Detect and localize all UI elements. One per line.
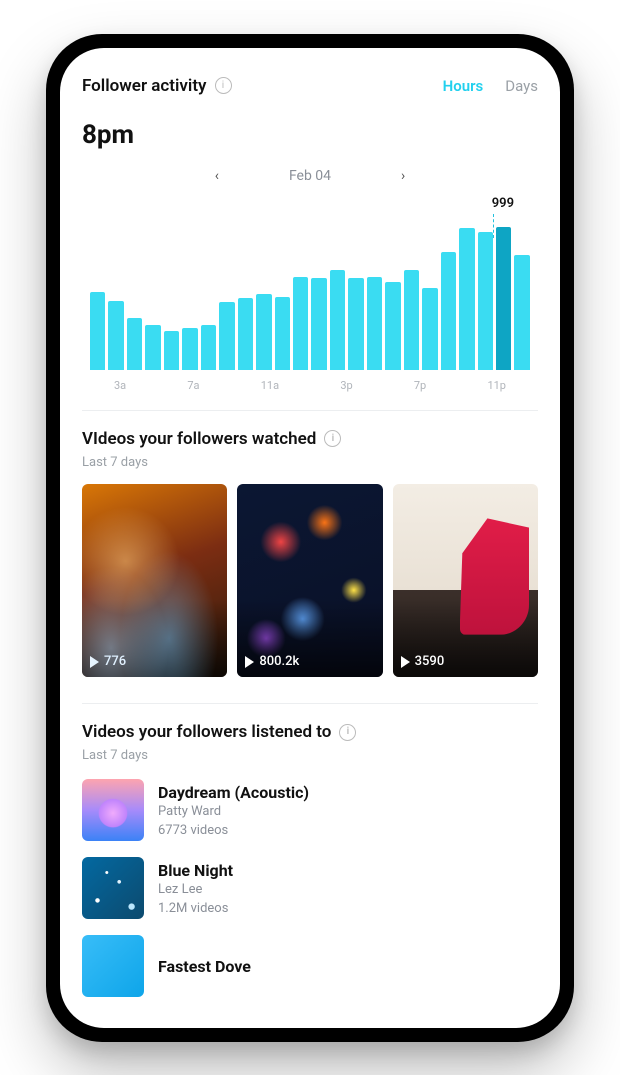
tab-days[interactable]: Days xyxy=(505,77,538,95)
chart-bar[interactable] xyxy=(441,252,456,369)
song-title: Blue Night xyxy=(158,861,233,880)
watched-subtitle: Last 7 days xyxy=(82,455,538,470)
next-date-button[interactable]: › xyxy=(401,168,405,184)
chart-bar[interactable] xyxy=(219,302,234,369)
activity-chart[interactable]: 999 3a 7a 11a 3p 7p 11p xyxy=(82,196,538,411)
song-row[interactable]: Blue Night Lez Lee 1.2M videos xyxy=(82,857,538,919)
phone-frame: Follower activity i Hours Days 8pm ‹ Feb… xyxy=(46,34,574,1042)
chart-callout-value: 999 xyxy=(492,196,514,211)
song-artist: Patty Ward xyxy=(158,804,309,819)
chart-bar[interactable] xyxy=(90,292,105,369)
song-title: Daydream (Acoustic) xyxy=(158,783,309,802)
video-thumbnail[interactable]: 776 xyxy=(82,484,227,678)
chart-bar[interactable] xyxy=(293,277,308,370)
play-count: 3590 xyxy=(415,654,445,669)
axis-tick: 7a xyxy=(187,379,199,392)
chart-bar[interactable] xyxy=(514,255,529,369)
info-icon[interactable]: i xyxy=(324,430,341,447)
selected-hour: 8pm xyxy=(82,120,538,150)
date-label: Feb 04 xyxy=(289,168,331,184)
video-thumbnail[interactable]: 3590 xyxy=(393,484,538,678)
info-icon[interactable]: i xyxy=(215,77,232,94)
time-tabs: Hours Days xyxy=(443,77,538,95)
video-thumbnail[interactable]: 800.2k xyxy=(237,484,382,678)
chart-bar[interactable] xyxy=(275,297,290,370)
chart-bar[interactable] xyxy=(404,270,419,370)
prev-date-button[interactable]: ‹ xyxy=(215,168,219,184)
chart-bar[interactable] xyxy=(145,325,160,369)
screen: Follower activity i Hours Days 8pm ‹ Feb… xyxy=(60,48,560,1028)
chart-bar[interactable] xyxy=(330,270,345,370)
axis-tick: 3p xyxy=(340,379,352,392)
listened-subtitle: Last 7 days xyxy=(82,748,538,763)
axis-tick: 11p xyxy=(487,379,506,392)
axis-tick: 3a xyxy=(114,379,126,392)
play-icon xyxy=(401,656,410,668)
watched-section-title: VIdeos your followers watched xyxy=(82,429,316,449)
axis-tick: 11a xyxy=(261,379,279,392)
album-art xyxy=(82,779,144,841)
song-row[interactable]: Fastest Dove xyxy=(82,935,538,997)
chart-bar[interactable] xyxy=(108,301,123,370)
chart-bar[interactable] xyxy=(127,318,142,369)
chart-bar[interactable] xyxy=(385,282,400,369)
chart-bar[interactable] xyxy=(256,294,271,370)
chart-bar[interactable] xyxy=(311,278,326,369)
date-navigator: ‹ Feb 04 › xyxy=(82,168,538,184)
chart-bar[interactable] xyxy=(182,328,197,369)
chart-bar[interactable] xyxy=(348,278,363,369)
chart-bar[interactable] xyxy=(164,331,179,370)
axis-tick: 7p xyxy=(414,379,426,392)
divider xyxy=(82,703,538,704)
page-title: Follower activity xyxy=(82,76,207,96)
chart-bar[interactable] xyxy=(422,288,437,369)
album-art xyxy=(82,857,144,919)
play-icon xyxy=(245,656,254,668)
album-art xyxy=(82,935,144,997)
chart-bar[interactable] xyxy=(201,325,216,369)
song-video-count: 6773 videos xyxy=(158,823,309,838)
song-title: Fastest Dove xyxy=(158,957,251,976)
chart-bar[interactable] xyxy=(459,228,474,369)
info-icon[interactable]: i xyxy=(339,724,356,741)
song-video-count: 1.2M videos xyxy=(158,901,233,916)
chart-bar[interactable] xyxy=(478,232,493,369)
listened-section-title: Videos your followers listened to xyxy=(82,722,331,742)
song-artist: Lez Lee xyxy=(158,882,233,897)
play-count: 776 xyxy=(104,654,126,669)
chart-bar[interactable] xyxy=(238,298,253,369)
chart-bar[interactable] xyxy=(496,227,511,370)
tab-hours[interactable]: Hours xyxy=(443,77,484,95)
song-row[interactable]: Daydream (Acoustic) Patty Ward 6773 vide… xyxy=(82,779,538,841)
play-count: 800.2k xyxy=(259,654,299,669)
chart-bar[interactable] xyxy=(367,277,382,370)
play-icon xyxy=(90,656,99,668)
